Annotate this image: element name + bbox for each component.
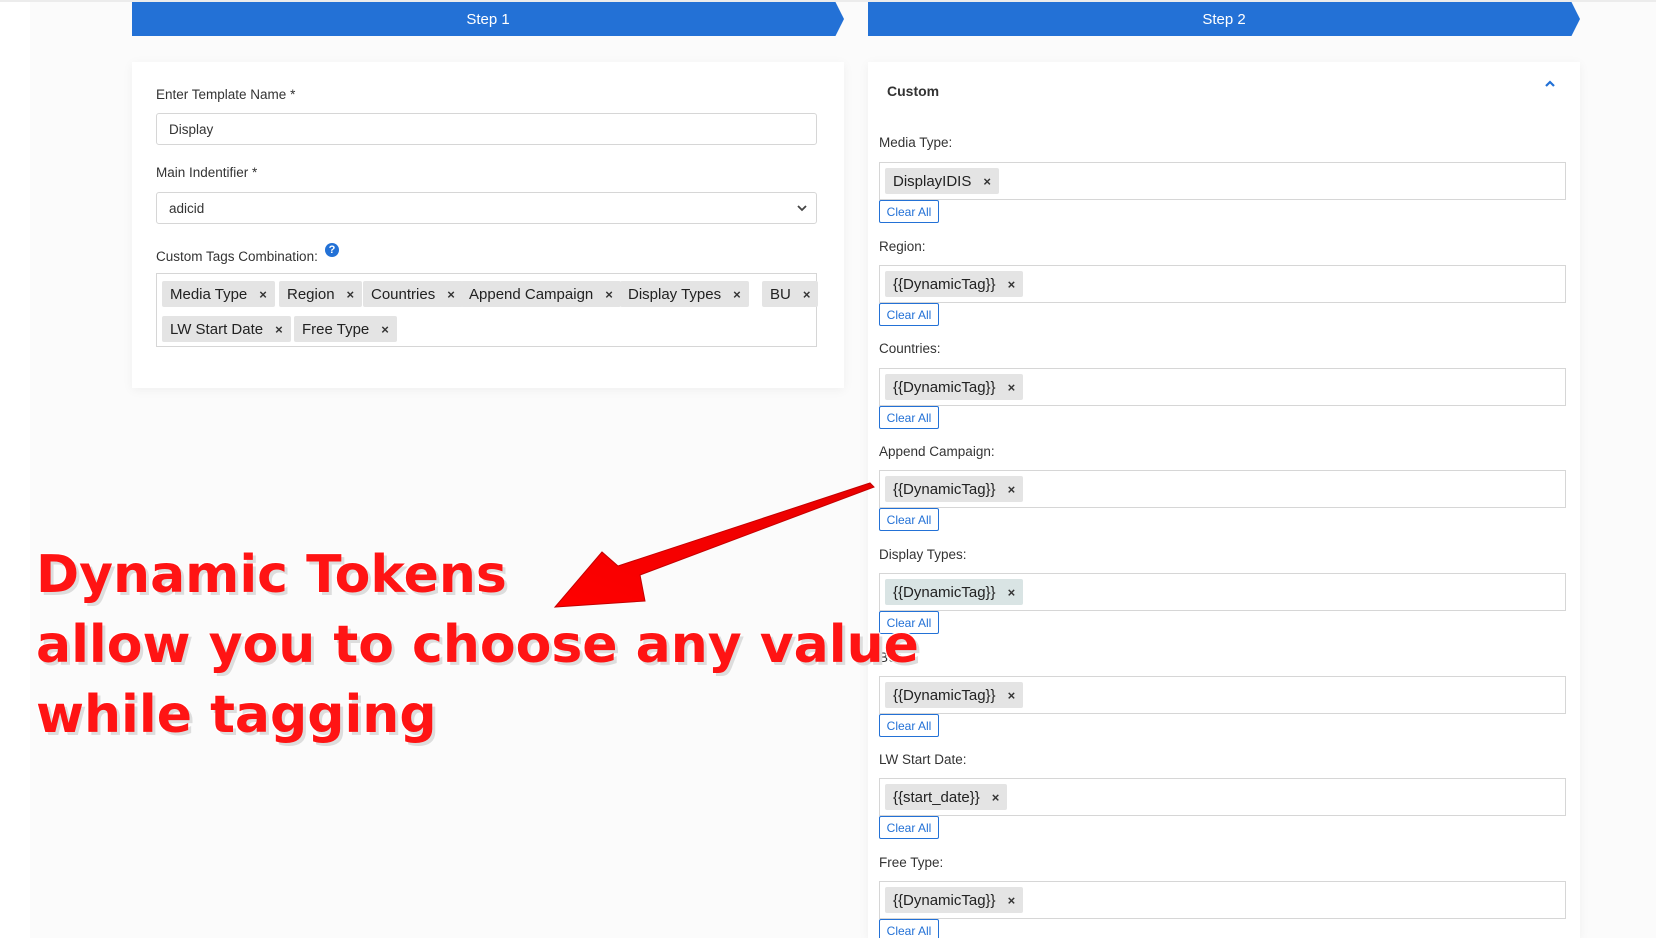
field-label: Free Type: [879,855,944,870]
template-name-input[interactable]: Display [156,113,817,145]
tag-chip-label: Countries [371,285,436,303]
tag-chip-label: Region [287,285,335,303]
value-chip-label: {{DynamicTag}} [893,480,996,498]
value-chip[interactable]: {{DynamicTag}} × [885,476,1024,502]
template-name-label: Enter Template Name * [156,87,296,102]
custom-tags-label: Custom Tags Combination: [156,249,318,264]
chevron-up-icon[interactable] [1544,78,1556,90]
remove-icon[interactable]: × [983,174,991,189]
field-input[interactable]: {{DynamicTag}} × [879,573,1566,611]
field-input[interactable]: {{DynamicTag}} × [879,881,1566,919]
step-1-label: Step 1 [466,10,510,28]
tag-chip-label: BU [770,285,791,303]
clear-all-button[interactable]: Clear All [879,200,939,223]
clear-all-button[interactable]: Clear All [879,508,939,531]
step-2-banner[interactable]: Step 2 [868,2,1580,36]
chevron-down-icon [797,205,807,212]
tag-chip[interactable]: LW Start Date × [162,316,291,342]
main-identifier-select[interactable]: adicid [156,192,817,224]
custom-values-card: Custom Media Type: DisplayIDIS × Clear Al… [868,62,1580,938]
clear-all-button[interactable]: Clear All [879,919,939,938]
custom-section-title: Custom [887,83,940,99]
remove-icon[interactable]: × [733,287,741,302]
remove-icon[interactable]: × [803,287,811,302]
annotation-line-3: while tagging [36,685,437,745]
value-chip[interactable]: DisplayIDIS × [885,168,999,194]
tag-chip[interactable]: Append Campaign × [461,281,621,307]
field-label: Countries: [879,341,941,356]
clear-all-button[interactable]: Clear All [879,816,939,839]
field-input[interactable]: {{DynamicTag}} × [879,368,1566,406]
annotation-line-2: allow you to choose any value [36,615,919,675]
main-identifier-value: adicid [169,201,205,216]
help-icon[interactable]: ? [325,243,339,257]
remove-icon[interactable]: × [1008,380,1016,395]
remove-icon[interactable]: × [347,287,355,302]
remove-icon[interactable]: × [1008,585,1016,600]
value-chip[interactable]: {{DynamicTag}} × [885,374,1024,400]
annotation-text: Dynamic Tokens allow you to choose any v… [36,540,919,750]
field-label: Append Campaign: [879,444,995,459]
tag-chip-label: Media Type [170,285,248,303]
tag-chip-label: Display Types [628,285,722,303]
clear-all-button[interactable]: Clear All [879,303,939,326]
top-divider [0,0,1656,2]
field-label: Media Type: [879,135,953,150]
remove-icon[interactable]: × [605,287,613,302]
tag-chip[interactable]: Media Type × [162,281,275,307]
remove-icon[interactable]: × [381,322,389,337]
value-chip[interactable]: {{DynamicTag}} × [885,271,1024,297]
value-chip-label: {{start_date}} [893,788,980,806]
step-1-banner[interactable]: Step 1 [132,2,844,36]
tag-chip[interactable]: BU × [762,281,819,307]
field-input[interactable]: DisplayIDIS × [879,162,1566,200]
remove-icon[interactable]: × [447,287,455,302]
field-input[interactable]: {{DynamicTag}} × [879,470,1566,508]
tag-chip[interactable]: Countries × [363,281,463,307]
template-form-card: Enter Template Name * Display Main Inden… [132,62,844,388]
field-input[interactable]: {{DynamicTag}} × [879,265,1566,303]
custom-tags-input[interactable]: Media Type × Region × Countries × Append Ca… [156,273,819,347]
remove-icon[interactable]: × [1008,688,1016,703]
annotation-line-1: Dynamic Tokens [36,545,507,605]
value-chip-label: {{DynamicTag}} [893,275,996,293]
field-input[interactable]: {{start_date}} × [879,778,1566,816]
template-name-value: Display [169,122,214,137]
remove-icon[interactable]: × [1008,482,1016,497]
field-input[interactable]: {{DynamicTag}} × [879,676,1566,714]
value-chip[interactable]: {{DynamicTag}} × [885,887,1024,913]
remove-icon[interactable]: × [259,287,267,302]
tag-chip[interactable]: Region × [279,281,363,307]
step-2-label: Step 2 [1202,10,1246,28]
main-identifier-label: Main Indentifier * [156,165,258,180]
value-chip-label: DisplayIDIS [893,172,972,190]
clear-all-button[interactable]: Clear All [879,406,939,429]
field-label: LW Start Date: [879,752,967,767]
value-chip-label: {{DynamicTag}} [893,378,996,396]
tag-chip-label: Free Type [302,320,370,338]
remove-icon[interactable]: × [275,322,283,337]
value-chip[interactable]: {{start_date}} × [885,784,1008,810]
field-label: Region: [879,239,926,254]
tag-chip-label: LW Start Date [170,320,264,338]
tag-chip[interactable]: Free Type × [294,316,397,342]
value-chip-label: {{DynamicTag}} [893,891,996,909]
remove-icon[interactable]: × [992,790,1000,805]
tag-chip-label: Append Campaign [469,285,594,303]
remove-icon[interactable]: × [1008,893,1016,908]
remove-icon[interactable]: × [1008,277,1016,292]
tag-chip[interactable]: Display Types × [620,281,749,307]
